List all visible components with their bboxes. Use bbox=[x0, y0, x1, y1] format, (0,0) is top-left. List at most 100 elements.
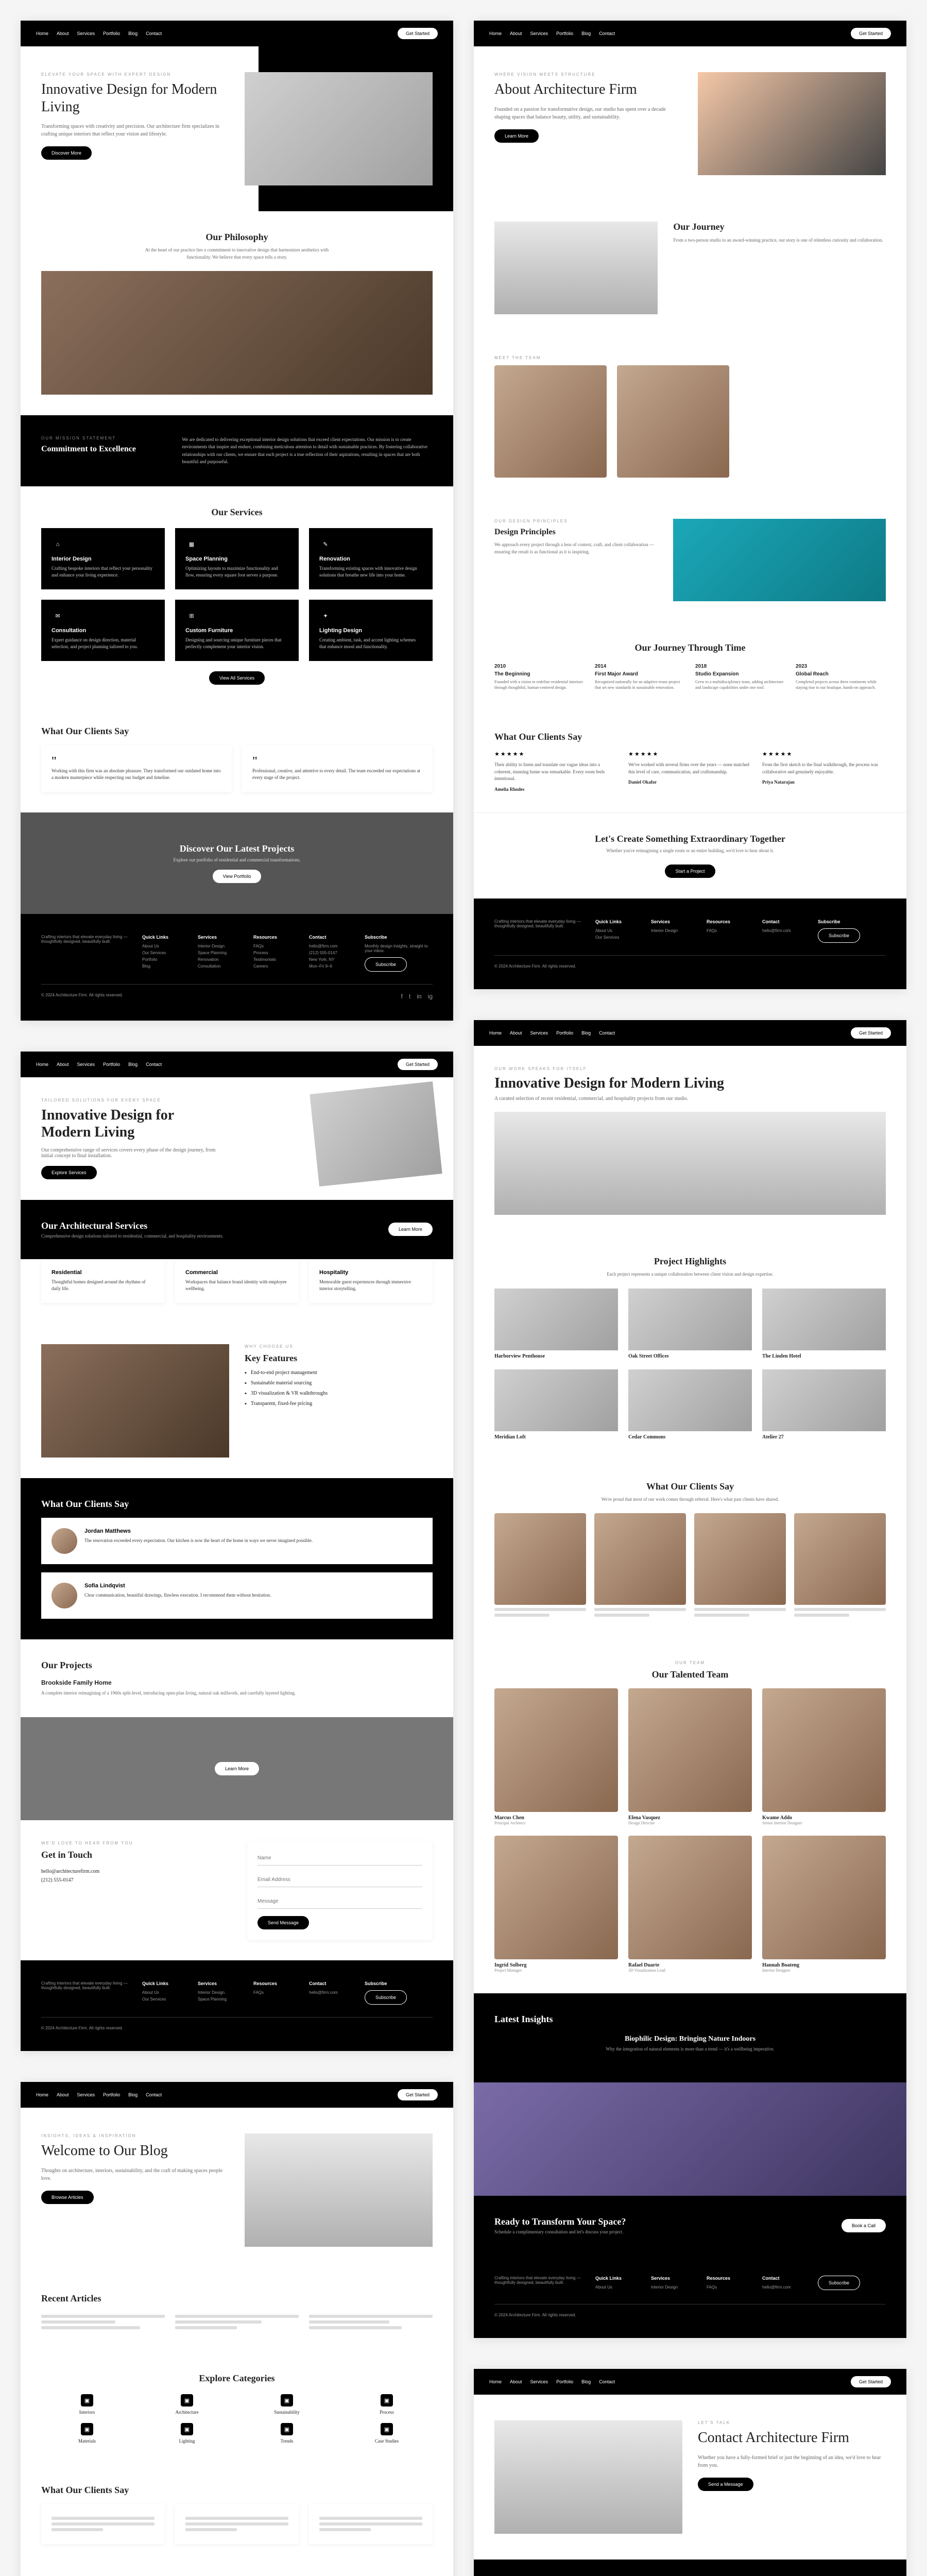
nav-item[interactable]: Contact bbox=[599, 1030, 615, 1036]
footer-link[interactable]: Blog bbox=[142, 964, 187, 969]
facebook-icon[interactable]: f bbox=[401, 993, 403, 1000]
nav-item[interactable]: Portfolio bbox=[103, 1062, 120, 1067]
cta-button[interactable]: Start a Project bbox=[665, 865, 715, 878]
nav-item[interactable]: Home bbox=[489, 2379, 502, 2384]
footer-link[interactable]: Renovation bbox=[198, 957, 243, 962]
footer-link[interactable]: Space Planning bbox=[198, 1997, 243, 2002]
footer-link[interactable]: Interior Design bbox=[198, 1990, 243, 1995]
message-input[interactable] bbox=[258, 1894, 422, 1909]
hero-cta-button[interactable]: Learn More bbox=[494, 129, 539, 143]
article-card[interactable] bbox=[41, 2312, 165, 2332]
footer-link[interactable]: hello@firm.com bbox=[762, 928, 808, 933]
nav-cta[interactable]: Get Started bbox=[398, 1059, 438, 1070]
nav-item[interactable]: Blog bbox=[581, 31, 591, 36]
hero-cta-button[interactable]: Browse Articles bbox=[41, 2191, 94, 2204]
nav-item[interactable]: About bbox=[57, 31, 69, 36]
nav-item[interactable]: About bbox=[57, 2092, 69, 2097]
category-card[interactable]: ▣Lighting bbox=[141, 2423, 233, 2444]
category-card[interactable]: ▣Sustainability bbox=[241, 2394, 333, 2415]
project-card[interactable]: Oak Street Offices bbox=[628, 1289, 752, 1359]
nav-item[interactable]: Services bbox=[530, 2379, 548, 2384]
footer-link[interactable]: Interior Design bbox=[651, 928, 696, 933]
footer-subscribe-button[interactable]: Subscribe bbox=[365, 957, 407, 972]
nav-cta[interactable]: Get Started bbox=[851, 2376, 891, 2387]
nav-cta[interactable]: Get Started bbox=[398, 2089, 438, 2100]
footer-link[interactable]: Consultation bbox=[198, 964, 243, 969]
nav-item[interactable]: Portfolio bbox=[556, 31, 573, 36]
footer-link[interactable]: Our Services bbox=[142, 951, 187, 955]
hero-cta-button[interactable]: Explore Services bbox=[41, 1166, 97, 1179]
footer-link[interactable]: Our Services bbox=[595, 935, 641, 940]
nav-item[interactable]: Services bbox=[77, 2092, 95, 2097]
nav-item[interactable]: Blog bbox=[128, 1062, 138, 1067]
submit-button[interactable]: Send Message bbox=[258, 1916, 309, 1929]
nav-item[interactable]: Portfolio bbox=[103, 31, 120, 36]
nav-item[interactable]: Services bbox=[77, 31, 95, 36]
nav-item[interactable]: About bbox=[510, 31, 522, 36]
footer-link[interactable]: hello@firm.com bbox=[309, 944, 354, 948]
footer-link[interactable]: Interior Design bbox=[651, 2285, 696, 2290]
nav-item[interactable]: Home bbox=[36, 31, 48, 36]
category-card[interactable]: ▣Trends bbox=[241, 2423, 333, 2444]
nav-item[interactable]: Contact bbox=[599, 2379, 615, 2384]
nav-item[interactable]: Contact bbox=[146, 2092, 162, 2097]
footer-link[interactable]: FAQs bbox=[253, 1990, 299, 1995]
article-card[interactable] bbox=[175, 2312, 299, 2332]
footer-link[interactable]: Space Planning bbox=[198, 951, 243, 955]
nav-item[interactable]: Portfolio bbox=[556, 1030, 573, 1036]
footer-link[interactable]: hello@firm.com bbox=[309, 1990, 354, 1995]
footer-link[interactable]: Testimonials bbox=[253, 957, 299, 962]
nav-item[interactable]: About bbox=[510, 2379, 522, 2384]
nav-item[interactable]: Home bbox=[489, 1030, 502, 1036]
services-cta-button[interactable]: Learn More bbox=[388, 1223, 433, 1236]
contact-email[interactable]: hello@architecturefirm.com bbox=[41, 1869, 227, 1874]
nav-item[interactable]: About bbox=[57, 1062, 69, 1067]
nav-item[interactable]: Home bbox=[489, 31, 502, 36]
project-card[interactable]: Cedar Commons bbox=[628, 1369, 752, 1440]
project-card[interactable]: The Linden Hotel bbox=[762, 1289, 886, 1359]
footer-link[interactable]: Our Services bbox=[142, 1997, 187, 2002]
footer-link[interactable]: New York, NY bbox=[309, 957, 354, 962]
cta-button[interactable]: Book a Call bbox=[842, 2219, 886, 2232]
instagram-icon[interactable]: ig bbox=[428, 993, 433, 1000]
nav-item[interactable]: Portfolio bbox=[556, 2379, 573, 2384]
category-card[interactable]: ▣Interiors bbox=[41, 2394, 133, 2415]
nav-item[interactable]: Services bbox=[530, 1030, 548, 1036]
nav-cta[interactable]: Get Started bbox=[851, 1027, 891, 1039]
footer-link[interactable]: (212) 555-0147 bbox=[309, 951, 354, 955]
nav-item[interactable]: About bbox=[510, 1030, 522, 1036]
footer-subscribe-button[interactable]: Subscribe bbox=[818, 2276, 860, 2290]
nav-cta[interactable]: Get Started bbox=[851, 28, 891, 39]
services-cta-button[interactable]: View All Services bbox=[209, 671, 265, 685]
project-card[interactable]: Atelier 27 bbox=[762, 1369, 886, 1440]
nav-item[interactable]: Contact bbox=[146, 1062, 162, 1067]
footer-link[interactable]: Process bbox=[253, 951, 299, 955]
cta-button[interactable]: View Portfolio bbox=[213, 870, 262, 883]
nav-cta[interactable]: Get Started bbox=[398, 28, 438, 39]
project-card[interactable]: Harborview Penthouse bbox=[494, 1289, 618, 1359]
nav-item[interactable]: Services bbox=[77, 1062, 95, 1067]
footer-link[interactable]: hello@firm.com bbox=[762, 2285, 808, 2290]
footer-link[interactable]: FAQs bbox=[707, 2285, 752, 2290]
footer-link[interactable]: Interior Design bbox=[198, 944, 243, 948]
nav-item[interactable]: Home bbox=[36, 2092, 48, 2097]
nav-item[interactable]: Services bbox=[530, 31, 548, 36]
footer-link[interactable]: Mon–Fri 9–6 bbox=[309, 964, 354, 969]
footer-link[interactable]: About Us bbox=[142, 1990, 187, 1995]
footer-link[interactable]: Portfolio bbox=[142, 957, 187, 962]
hero-cta-button[interactable]: Send a Message bbox=[698, 2478, 753, 2491]
hero-cta-button[interactable]: Discover More bbox=[41, 146, 92, 160]
category-card[interactable]: ▣Materials bbox=[41, 2423, 133, 2444]
footer-link[interactable]: About Us bbox=[595, 2285, 641, 2290]
project-card[interactable]: Meridian Loft bbox=[494, 1369, 618, 1440]
nav-item[interactable]: Blog bbox=[581, 2379, 591, 2384]
name-input[interactable] bbox=[258, 1851, 422, 1866]
nav-item[interactable]: Portfolio bbox=[103, 2092, 120, 2097]
footer-link[interactable]: About Us bbox=[142, 944, 187, 948]
twitter-icon[interactable]: t bbox=[409, 993, 410, 1000]
footer-link[interactable]: Careers bbox=[253, 964, 299, 969]
footer-link[interactable]: FAQs bbox=[253, 944, 299, 948]
article-card[interactable] bbox=[309, 2312, 433, 2332]
contact-phone[interactable]: (212) 555-0147 bbox=[41, 1877, 227, 1883]
nav-item[interactable]: Blog bbox=[128, 2092, 138, 2097]
